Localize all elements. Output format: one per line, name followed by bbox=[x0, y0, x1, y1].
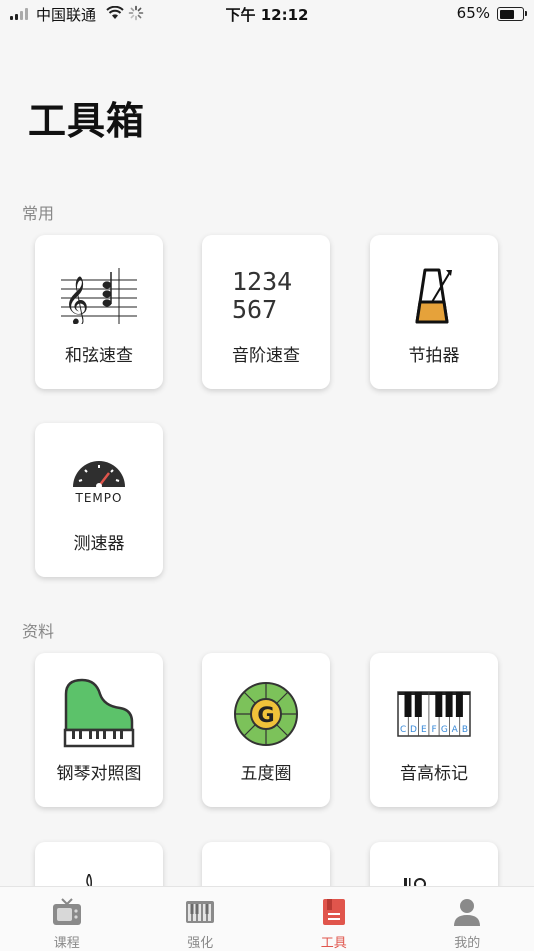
note-label-d: D bbox=[410, 725, 417, 735]
note-label-e: E bbox=[421, 725, 427, 735]
tab-practice-label: 强化 bbox=[134, 932, 268, 951]
circle-key-text: G bbox=[257, 703, 274, 727]
tab-mine[interactable]: 我的 bbox=[401, 887, 534, 951]
circle-of-fifths-icon: G bbox=[233, 681, 299, 747]
tab-bar: 课程 强化 工具 我的 bbox=[0, 886, 534, 951]
note-label-g: G bbox=[441, 725, 448, 735]
status-bar: 中国联通 下午 12:12 65% bbox=[0, 0, 534, 28]
tempo-meter-label: 测速器 bbox=[35, 529, 163, 554]
scale-numbers-line-1: 1234 bbox=[232, 268, 292, 296]
keyboard-notes-icon: CDEFGAB bbox=[397, 691, 471, 737]
piano-keys-icon bbox=[185, 897, 215, 927]
circle-of-fifths-label: 五度圈 bbox=[202, 759, 330, 784]
tab-mine-label: 我的 bbox=[401, 932, 534, 951]
tv-icon bbox=[52, 897, 82, 927]
toolbox-icon bbox=[319, 897, 349, 927]
piano-chart-label: 钢琴对照图 bbox=[35, 759, 163, 784]
metronome-card[interactable]: 节拍器 bbox=[370, 235, 498, 389]
tempo-meter-icon: TEMPO bbox=[69, 453, 129, 515]
scale-lookup-card[interactable]: 1234 567 音阶速查 bbox=[202, 235, 330, 389]
section-label-reference: 资料 bbox=[22, 618, 54, 642]
chord-lookup-card[interactable]: 𝄞 和弦速查 bbox=[35, 235, 163, 389]
tempo-meter-card[interactable]: TEMPO 测速器 bbox=[35, 423, 163, 577]
tab-practice[interactable]: 强化 bbox=[134, 887, 268, 951]
note-label-f: F bbox=[432, 725, 437, 735]
flame-icon bbox=[83, 874, 97, 886]
metronome-label: 节拍器 bbox=[370, 341, 498, 366]
clock: 下午 12:12 bbox=[0, 4, 534, 25]
svg-text:𝄞: 𝄞 bbox=[64, 275, 89, 324]
tab-course[interactable]: 课程 bbox=[0, 887, 134, 951]
pitch-notation-label: 音高标记 bbox=[370, 759, 498, 784]
metronome-icon bbox=[411, 266, 457, 326]
tab-tools-label: 工具 bbox=[267, 932, 401, 951]
person-icon bbox=[452, 897, 482, 927]
section-label-common: 常用 bbox=[22, 200, 54, 224]
grand-piano-icon bbox=[62, 678, 136, 750]
tab-course-label: 课程 bbox=[0, 932, 134, 951]
battery-percent: 65% bbox=[457, 4, 490, 22]
circle-of-fifths-card[interactable]: G 五度圈 bbox=[202, 653, 330, 807]
pitch-notation-card[interactable]: CDEFGAB 音高标记 bbox=[370, 653, 498, 807]
note-label-b: B bbox=[462, 725, 468, 735]
tempo-meter-text: TEMPO bbox=[75, 491, 123, 505]
note-label-c: C bbox=[400, 725, 406, 735]
scale-numbers-icon: 1234 567 bbox=[202, 261, 330, 331]
page-title: 工具箱 bbox=[28, 90, 145, 145]
chord-lookup-label: 和弦速查 bbox=[35, 341, 163, 366]
tab-tools[interactable]: 工具 bbox=[267, 887, 401, 951]
scale-lookup-label: 音阶速查 bbox=[202, 341, 330, 366]
battery-icon bbox=[497, 7, 524, 21]
note-label-a: A bbox=[452, 725, 459, 735]
piano-chart-card[interactable]: 钢琴对照图 bbox=[35, 653, 163, 807]
chord-staff-icon: 𝄞 bbox=[61, 268, 137, 324]
scale-numbers-line-2: 567 bbox=[232, 296, 277, 324]
